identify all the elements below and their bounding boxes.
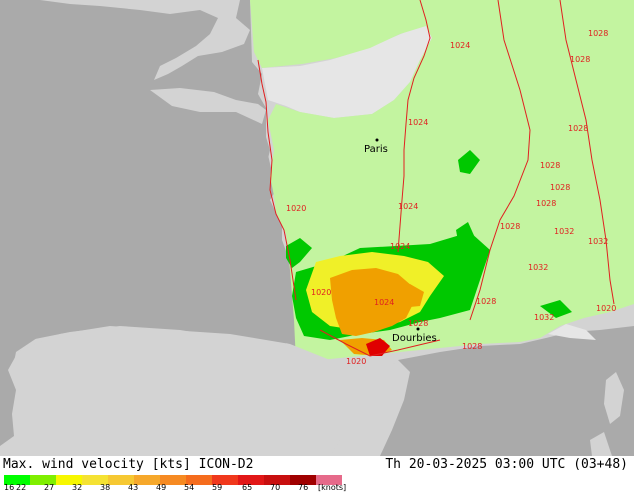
scale-label: 38 [100,483,111,492]
isobar-label: 1028 [550,183,570,192]
isobar-label: 1028 [588,29,608,38]
isobar-label: 1024 [390,242,410,251]
dourbies-marker [416,327,420,331]
isobar-label: 1032 [528,263,548,272]
wind-map: 1024 1024 1024 1024 1020 1020 1020 1024 … [0,0,634,456]
isobar-label: 1020 [311,288,331,297]
isobar-label: 1028 [540,161,560,170]
scale-label: 32 [72,483,83,492]
isobar-label: 1028 [500,222,520,231]
scale-label: 43 [128,483,139,492]
isobar-label: 1032 [588,237,608,246]
scale-label: 49 [156,483,167,492]
isobar-label: 1028 [408,319,428,328]
paris-marker [375,138,379,142]
isobar-label: 1028 [462,342,482,351]
city-label-paris: Paris [364,144,388,155]
isobar-label: 1028 [536,199,556,208]
isobar-label: 1020 [596,304,616,313]
city-label-dourbies: Dourbies [392,333,437,344]
isobar-label: 1020 [286,204,306,213]
isobar-label: 1024 [408,118,428,127]
isobar-label: 1024 [374,298,394,307]
isobar-label: 1028 [476,297,496,306]
isobar-label: 1032 [554,227,574,236]
scale-label: [knots] [318,483,347,492]
scale-label: 54 [184,483,195,492]
valid-time: Th 20-03-2025 03:00 UTC (03+48) [385,457,628,472]
scale-label: 70 [270,483,281,492]
scale-label: 16 [4,483,15,492]
scale-label: 22 [16,483,27,492]
scale-label: 65 [242,483,253,492]
isobar-label: 1024 [450,41,470,50]
map-title: Max. wind velocity [kts] ICON-D2 [3,457,254,472]
isobar-label: 1024 [398,202,418,211]
isobar-label: 1028 [568,124,588,133]
color-scale-labels: 16 22 27 32 38 43 49 54 59 65 70 76 [knots] [0,483,634,492]
scale-label: 76 [298,483,309,492]
isobar-label: 1032 [534,313,554,322]
isobar-label: 1028 [570,55,590,64]
scale-label: 59 [212,483,223,492]
legend-footer: Max. wind velocity [kts] ICON-D2 Th 20-0… [0,456,634,492]
scale-label: 27 [44,483,55,492]
isobar-label: 1020 [346,357,366,366]
